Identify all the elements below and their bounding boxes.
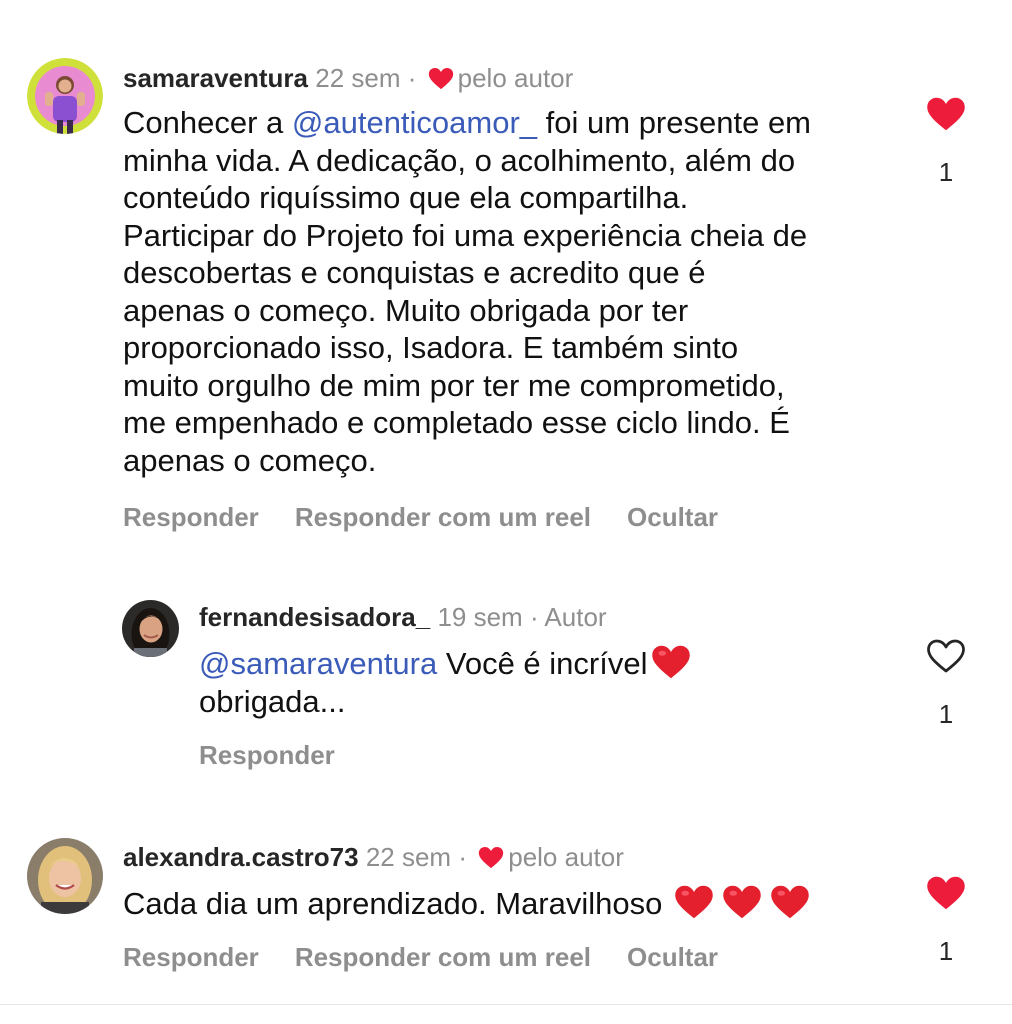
like-count: 1 [938, 936, 954, 966]
red-heart-emoji-icon [770, 884, 810, 920]
comment-text-body: foi um presente em minha vida. A dedicaç… [123, 105, 812, 478]
red-heart-emoji-icon [674, 884, 714, 920]
comment-header: fernandesisadora_ 19 sem · Autor [199, 600, 607, 634]
reply-button[interactable]: Responder [199, 740, 335, 770]
comment-header: alexandra.castro73 22 sem · pelo autor [123, 840, 624, 874]
username[interactable]: alexandra.castro73 [123, 842, 359, 872]
separator: · [407, 63, 417, 93]
reply-with-reel-button[interactable]: Responder com um reel [295, 942, 591, 972]
comment-text: Conhecer a @autenticoamor_ foi um presen… [123, 104, 903, 479]
comment-header: samaraventura 22 sem · pelo autor [123, 61, 573, 95]
comment-text-body: Cada dia um aprendizado. Maravilhoso [123, 886, 663, 921]
comment-actions: Responder Responder com um reel Ocultar [123, 500, 754, 534]
comment-text: @samaraventura Você é incrível obrigada.… [199, 644, 899, 720]
heart-filled-icon[interactable] [926, 875, 966, 911]
comment-text-body: Você é incrível [437, 646, 648, 681]
avatar[interactable] [27, 838, 103, 914]
like-count: 1 [938, 699, 954, 729]
timestamp[interactable]: 22 sem [315, 63, 400, 93]
timestamp[interactable]: 22 sem [366, 842, 451, 872]
comment-text-line2: obrigada... [199, 683, 346, 719]
hide-button[interactable]: Ocultar [627, 502, 718, 532]
comment-actions: Responder Responder com um reel Ocultar [123, 940, 754, 974]
reply-button[interactable]: Responder [123, 942, 259, 972]
comment-actions: Responder [199, 738, 371, 772]
comment-text-prefix: Conhecer a [123, 105, 292, 140]
like-count: 1 [938, 157, 954, 187]
heart-outline-icon[interactable] [926, 638, 966, 674]
heart-filled-icon [428, 67, 454, 90]
username[interactable]: fernandesisadora_ [199, 602, 430, 632]
timestamp[interactable]: 19 sem [437, 602, 522, 632]
liked-by-author-badge: pelo autor [457, 63, 574, 93]
avatar[interactable] [122, 600, 179, 657]
reply-button[interactable]: Responder [123, 502, 259, 532]
heart-filled-icon[interactable] [926, 96, 966, 132]
red-heart-emoji-icon [651, 644, 691, 680]
divider [0, 1004, 1012, 1005]
red-heart-emoji-icon [722, 884, 762, 920]
username[interactable]: samaraventura [123, 63, 308, 93]
mention-link[interactable]: @autenticoamor_ [292, 105, 537, 140]
liked-by-author-badge: pelo autor [508, 842, 624, 872]
author-badge: Autor [544, 602, 607, 632]
heart-filled-icon [478, 846, 504, 869]
mention-link[interactable]: @samaraventura [199, 646, 437, 681]
separator: · [529, 602, 539, 632]
comment-text: Cada dia um aprendizado. Maravilhoso [123, 884, 903, 923]
separator: · [458, 842, 467, 872]
reply-with-reel-button[interactable]: Responder com um reel [295, 502, 591, 532]
hide-button[interactable]: Ocultar [627, 942, 718, 972]
avatar[interactable] [27, 58, 103, 134]
